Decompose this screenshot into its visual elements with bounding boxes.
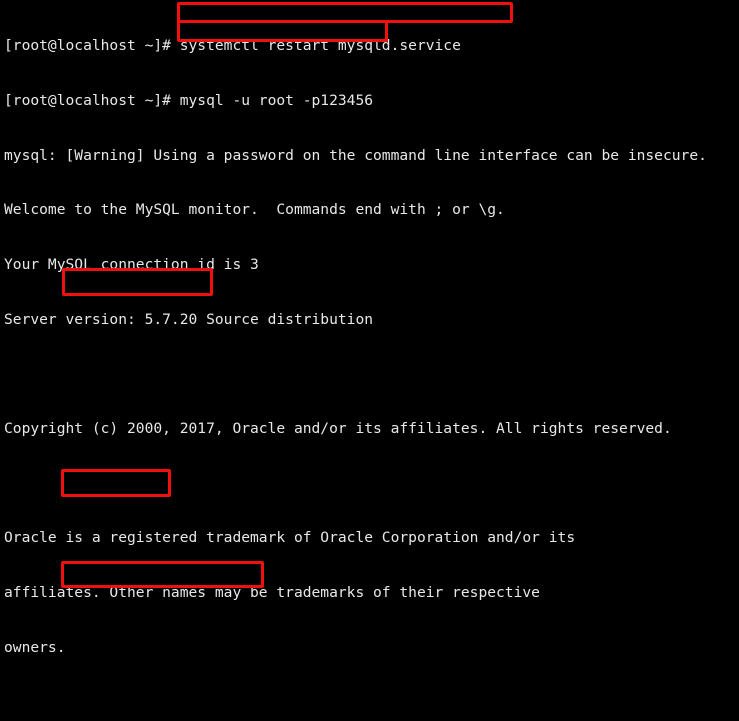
terminal-screen: [root@localhost ~]# systemctl restart my…	[4, 1, 707, 721]
terminal-line: [root@localhost ~]# systemctl restart my…	[4, 37, 461, 55]
terminal-line: mysql: [Warning] Using a password on the…	[4, 146, 707, 164]
terminal-window[interactable]: [root@localhost ~]# systemctl restart my…	[0, 0, 739, 721]
terminal-line: Copyright (c) 2000, 2017, Oracle and/or …	[4, 420, 672, 438]
terminal-line: Oracle is a registered trademark of Orac…	[4, 529, 576, 547]
terminal-line: Welcome to the MySQL monitor. Commands e…	[4, 201, 505, 219]
terminal-line: Server version: 5.7.20 Source distributi…	[4, 310, 374, 328]
terminal-line: [root@localhost ~]# mysql -u root -p1234…	[4, 92, 374, 110]
terminal-line: owners.	[4, 638, 66, 656]
terminal-line: affiliates. Other names may be trademark…	[4, 584, 540, 601]
terminal-line: Your MySQL connection id is 3	[4, 256, 259, 274]
